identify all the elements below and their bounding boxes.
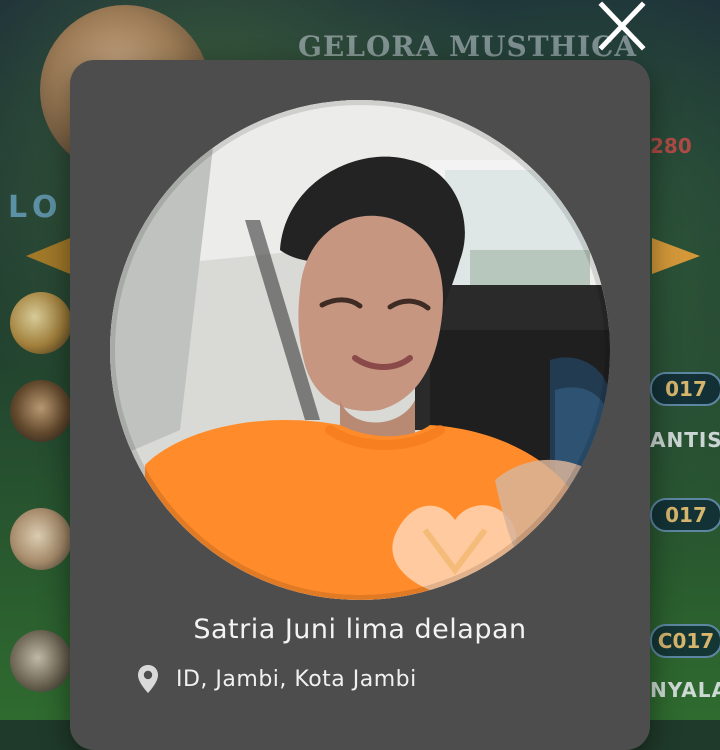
close-button[interactable]: [592, 0, 652, 54]
background-count: 280: [650, 134, 692, 158]
list-avatar[interactable]: [10, 630, 72, 692]
profile-location-text: ID, Jambi, Kota Jambi: [176, 666, 417, 692]
carousel-prev-arrow-icon[interactable]: [26, 238, 70, 274]
profile-name: Satria Juni lima delapan: [193, 614, 527, 645]
carousel-next-arrow-icon[interactable]: [652, 238, 700, 274]
list-code-badge: 017: [650, 372, 720, 406]
list-avatar[interactable]: [10, 292, 72, 354]
background-left-label: LO: [8, 190, 64, 225]
profile-location: ID, Jambi, Kota Jambi: [136, 664, 417, 694]
list-avatar[interactable]: [10, 380, 72, 442]
list-code-badge: C017: [650, 624, 720, 658]
profile-photo-icon: [110, 100, 610, 600]
profile-modal: Satria Juni lima delapan ID, Jambi, Kota…: [70, 60, 650, 750]
list-code-badge: 017: [650, 498, 720, 532]
list-avatar[interactable]: [10, 508, 72, 570]
close-icon: [598, 1, 646, 51]
list-caption: NYALA: [650, 678, 720, 702]
list-caption: ANTIS: [650, 428, 720, 452]
background-title: GELORA MUSTHICA: [298, 30, 638, 63]
map-pin-icon: [136, 664, 160, 694]
profile-photo: [110, 100, 610, 600]
